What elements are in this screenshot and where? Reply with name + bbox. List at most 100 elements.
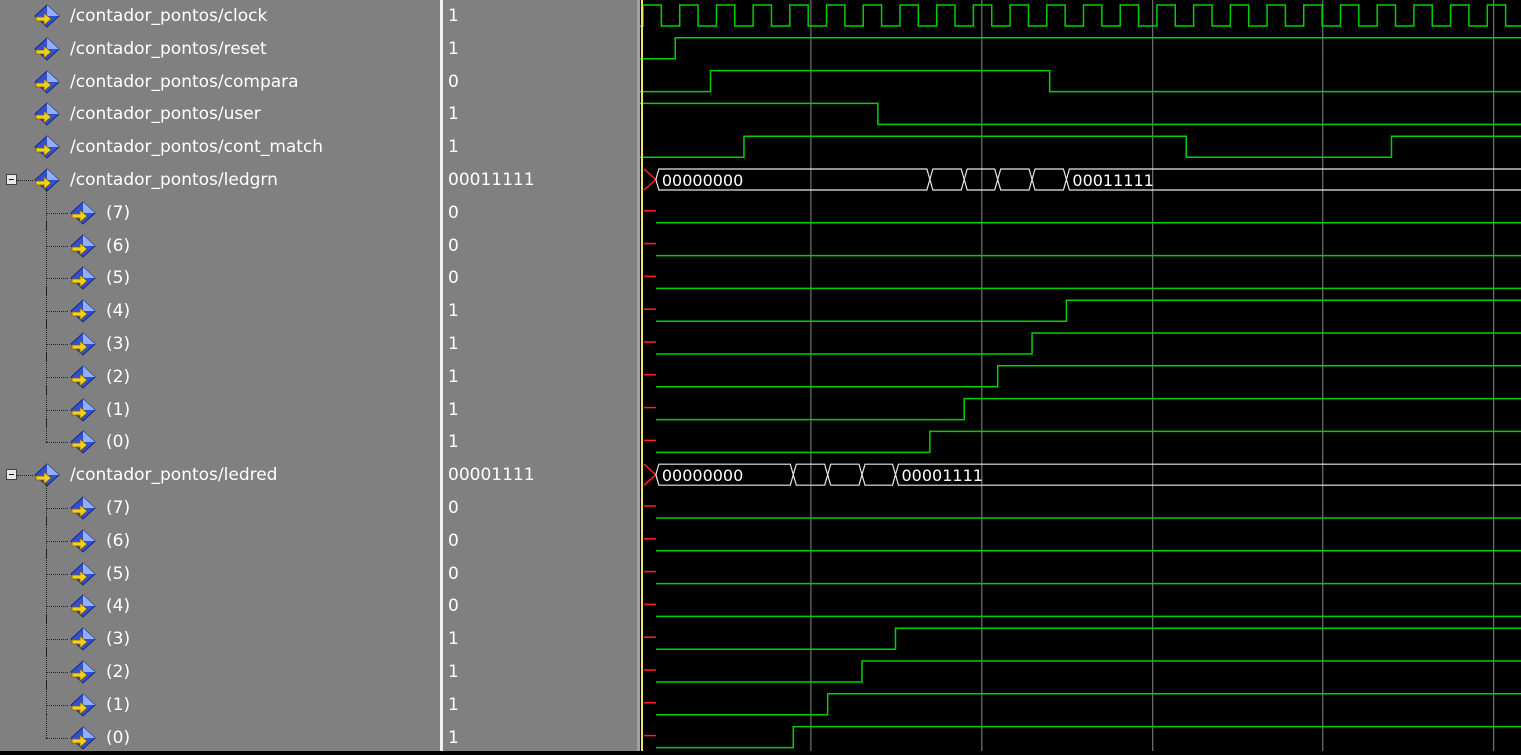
diamond-arrow-icon: [68, 397, 98, 422]
bus-undefined-marker: [643, 463, 657, 486]
bus-segment: [1031, 168, 1068, 191]
signal-name: /contador_pontos/user: [70, 104, 261, 125]
signal-value: 00011111: [448, 170, 535, 190]
tree-connector: [46, 278, 68, 280]
signal-bit-row[interactable]: (4): [0, 287, 440, 329]
signal-value: 1: [448, 366, 459, 387]
signal-value: 1: [448, 399, 459, 420]
diamond-arrow-icon: [68, 594, 98, 619]
signal-bit-row[interactable]: (7): [0, 188, 440, 230]
tree-connector: [17, 475, 33, 477]
bit-waveform: [656, 332, 1521, 355]
waveform-pane[interactable]: 00000000 00011111 00000000 00001111: [640, 0, 1521, 751]
diamond-arrow-icon: [68, 332, 98, 356]
diamond-arrow-icon: [32, 4, 62, 28]
signal-value-row: 0: [443, 590, 637, 623]
bus-segment: [963, 168, 999, 191]
signal-bit-row[interactable]: (5): [0, 549, 440, 591]
signal-bit-row[interactable]: (2): [0, 352, 440, 394]
signal-name: /contador_pontos/ledred: [70, 465, 278, 486]
bit-waveform: [640, 37, 1521, 60]
signal-value: 0: [448, 235, 459, 256]
signal-bit-row[interactable]: (6): [0, 516, 440, 558]
diamond-arrow-icon: [68, 496, 98, 520]
diamond-arrow-icon: [32, 37, 62, 61]
tree-connector: [46, 212, 68, 215]
bus-undefined-marker: [643, 168, 657, 191]
signal-name: (2): [106, 366, 131, 387]
tree-connector: [46, 672, 68, 674]
signal-name: (7): [106, 498, 131, 518]
signal-bit-row[interactable]: (0): [0, 418, 440, 459]
signal-value-row: 1: [443, 689, 637, 722]
signal-value: 1: [448, 694, 459, 715]
signal-bit-row[interactable]: (1): [0, 680, 440, 722]
signal-value: 0: [448, 596, 459, 617]
signal-value: 1: [448, 301, 459, 322]
signal-row[interactable]: /contador_pontos/cont_match: [0, 131, 440, 164]
diamond-arrow-icon: [32, 69, 62, 94]
wave-window: /contador_pontos/clock/contador_pontos/r…: [0, 0, 1521, 751]
diamond-arrow-icon: [68, 233, 98, 258]
signal-name: (4): [106, 596, 131, 617]
signal-value-row: 1: [443, 131, 637, 164]
signal-value: 1: [448, 104, 459, 125]
signal-name: /contador_pontos/cont_match: [70, 137, 324, 158]
signal-value-row: 1: [443, 33, 637, 66]
signal-bit-row[interactable]: (1): [0, 385, 440, 427]
signal-bit-row[interactable]: (4): [0, 582, 440, 624]
signal-value-row: 1: [443, 394, 637, 427]
signal-row[interactable]: /contador_pontos/clock: [0, 0, 440, 33]
signal-value: 1: [448, 137, 459, 158]
signal-value: 1: [448, 6, 459, 26]
bit-waveform: [640, 102, 1521, 126]
bus-value-label: 00000000: [662, 171, 743, 190]
signal-name: (1): [106, 694, 131, 715]
signal-name: (0): [106, 432, 131, 453]
signal-row[interactable]: /contador_pontos/compara: [0, 66, 440, 99]
collapse-toggle-icon[interactable]: [6, 174, 17, 185]
signal-value-row: 1: [443, 426, 637, 459]
collapse-toggle-icon[interactable]: [6, 469, 17, 481]
signal-bit-row[interactable]: (7): [0, 484, 440, 525]
signal-bit-row[interactable]: (6): [0, 221, 440, 263]
bus-value-label: 00011111: [1072, 171, 1153, 190]
signal-value: 0: [448, 71, 459, 92]
waveform-canvas: 00000000 00011111 00000000 00001111: [640, 0, 1521, 751]
tree-connector: [46, 376, 68, 379]
bit-waveform: [656, 660, 1521, 683]
signal-row[interactable]: /contador_pontos/reset: [0, 33, 440, 66]
signal-bit-row[interactable]: (3): [0, 320, 440, 361]
signal-value: 1: [448, 629, 459, 650]
signal-bit-row[interactable]: (5): [0, 254, 440, 296]
signal-value-row: 00011111: [443, 164, 637, 197]
tree-connector: [46, 606, 68, 608]
bit-waveform: [640, 69, 1521, 93]
signal-value-row: 1: [443, 361, 637, 394]
tree-connector: [46, 245, 68, 248]
diamond-arrow-icon: [68, 627, 98, 651]
signal-value-row: 1: [443, 295, 637, 328]
diamond-arrow-icon: [68, 725, 98, 750]
signal-bit-row[interactable]: (0): [0, 713, 440, 755]
bit-waveform: [656, 627, 1521, 650]
signal-name: (1): [106, 399, 131, 420]
signal-value-row: 1: [443, 656, 637, 689]
bus-segment: [861, 463, 897, 486]
signal-row[interactable]: /contador_pontos/ledred: [0, 459, 440, 492]
signal-bit-row[interactable]: (3): [0, 615, 440, 657]
bus-value-label: 00000000: [662, 466, 743, 485]
signal-value: 1: [448, 727, 459, 748]
signal-value: 1: [448, 662, 459, 682]
signal-row[interactable]: /contador_pontos/user: [0, 98, 440, 131]
signal-name: /contador_pontos/reset: [70, 38, 267, 59]
signal-name: (3): [106, 334, 131, 354]
signal-name: (4): [106, 301, 131, 322]
bit-waveform: [656, 693, 1521, 716]
signal-value-row: 0: [443, 525, 637, 558]
signal-row[interactable]: /contador_pontos/ledgrn: [0, 164, 440, 197]
signal-name: (7): [106, 202, 131, 223]
signal-bit-row[interactable]: (2): [0, 648, 440, 689]
tree-connector: [46, 540, 68, 543]
signal-value-row: 1: [443, 722, 637, 755]
